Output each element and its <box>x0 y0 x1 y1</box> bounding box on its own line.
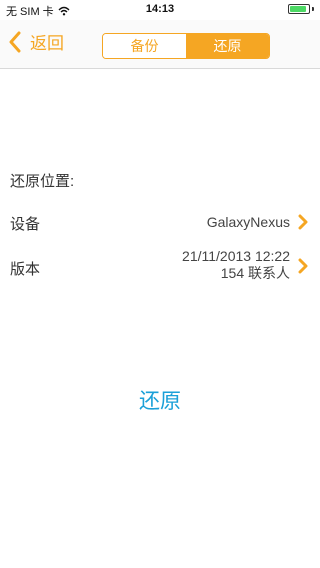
device-row[interactable]: 设备 GalaxyNexus <box>10 212 310 233</box>
nav-bar: 返回 备份 还原 <box>0 20 320 69</box>
battery-icon <box>288 4 314 14</box>
version-label: 版本 <box>10 261 41 278</box>
device-value: GalaxyNexus <box>206 214 290 230</box>
version-value: 21/11/2013 12:22 154 联系人 <box>182 248 290 282</box>
chevron-right-icon <box>298 214 308 230</box>
status-bar: 无 SIM 卡 14:13 <box>0 0 320 20</box>
back-button[interactable]: 返回 <box>8 29 64 54</box>
restore-button[interactable]: 还原 <box>0 385 320 415</box>
back-label: 返回 <box>30 34 64 53</box>
version-row[interactable]: 版本 21/11/2013 12:22 154 联系人 <box>10 248 310 284</box>
tab-backup[interactable]: 备份 <box>103 34 186 58</box>
version-date: 21/11/2013 12:22 <box>182 248 290 264</box>
tab-restore[interactable]: 还原 <box>186 34 269 58</box>
device-label: 设备 <box>10 216 41 233</box>
section-title: 还原位置: <box>10 173 75 190</box>
version-contacts: 154 联系人 <box>220 265 290 281</box>
chevron-left-icon <box>9 31 21 52</box>
segmented-control: 备份 还原 <box>102 33 270 59</box>
chevron-right-icon <box>298 258 308 274</box>
status-time: 14:13 <box>145 3 175 15</box>
